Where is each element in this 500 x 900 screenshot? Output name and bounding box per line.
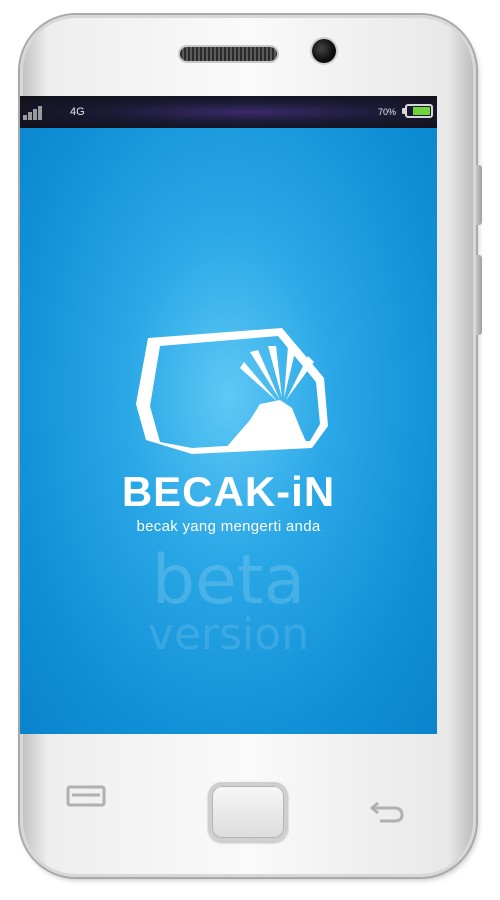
speaker-grille: [180, 47, 277, 61]
network-label: 4G: [70, 106, 85, 118]
volume-button[interactable]: [476, 165, 482, 225]
battery-icon: [402, 104, 433, 118]
power-button[interactable]: [476, 255, 482, 335]
home-button[interactable]: [208, 782, 288, 842]
front-camera: [312, 39, 336, 63]
becak-logo-icon: [136, 328, 328, 454]
beta-watermark: beta: [151, 541, 306, 620]
version-watermark: version: [147, 609, 310, 660]
battery-percent: 70%: [377, 107, 396, 117]
signal-bars-icon: [23, 104, 47, 120]
status-bar: 4G 70%: [20, 96, 437, 128]
app-name: BECAK-iN: [121, 468, 336, 515]
menu-icon[interactable]: [66, 785, 106, 809]
screen: 4G 70% BECAK-iN becak yang mengerti anda…: [20, 96, 437, 734]
splash-screen[interactable]: BECAK-iN becak yang mengerti anda beta v…: [20, 128, 437, 734]
back-arrow-icon[interactable]: [368, 797, 408, 825]
tagline: becak yang mengerti anda: [136, 518, 321, 535]
battery-fill: [413, 107, 430, 115]
